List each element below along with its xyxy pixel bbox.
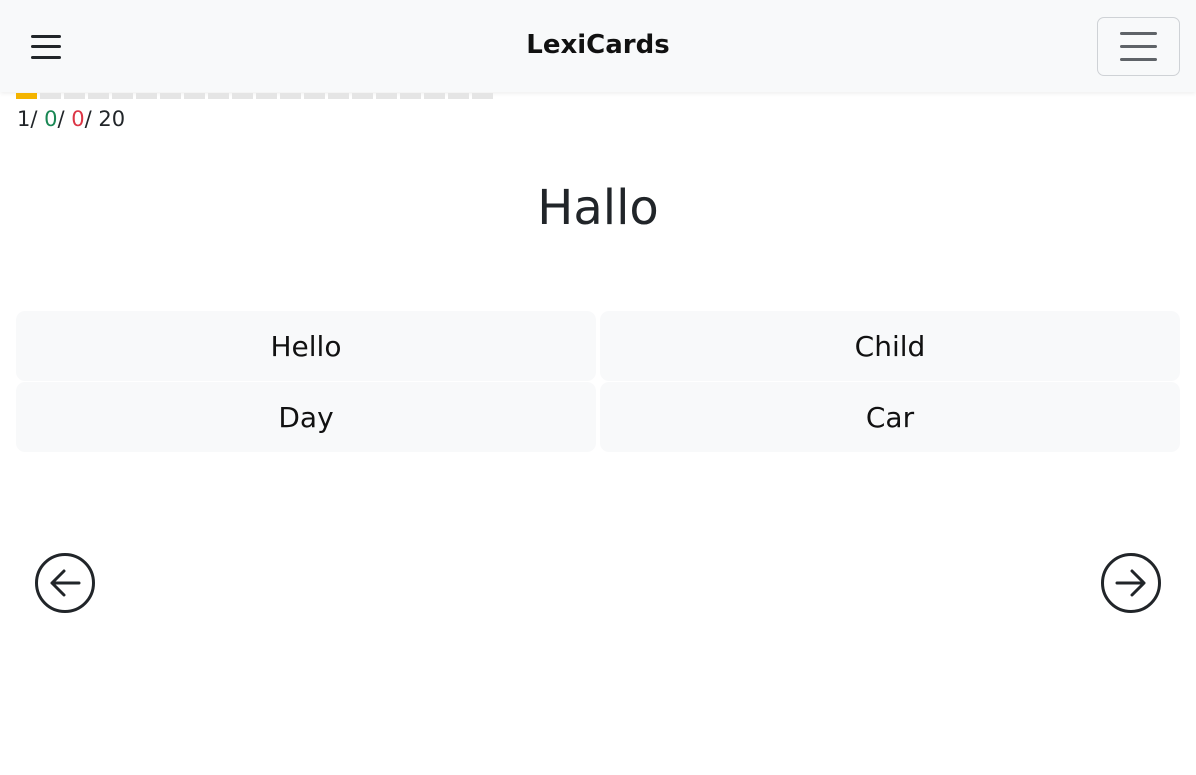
answer-option[interactable]: Car	[600, 382, 1180, 452]
next-button[interactable]	[1100, 552, 1162, 614]
toggler-line	[1120, 32, 1157, 35]
progress-segment	[352, 93, 373, 99]
score-counter: 1/ 0/ 0/ 20	[17, 107, 126, 131]
progress-segment	[88, 93, 109, 99]
toggler-line	[1120, 45, 1157, 48]
brand-title[interactable]: LexiCards	[0, 30, 1196, 60]
progress-segment	[400, 93, 421, 99]
counter-wrong: 0	[71, 107, 85, 131]
flashcard-word: Hallo	[537, 180, 659, 236]
progress-segment	[280, 93, 301, 99]
progress-segment	[208, 93, 229, 99]
answer-option[interactable]: Hello	[16, 311, 596, 381]
counter-total: 20	[98, 107, 126, 131]
answer-option[interactable]: Day	[16, 382, 596, 452]
toggler-line	[1120, 58, 1157, 61]
answer-options: Hello Child Day Car	[16, 311, 1180, 452]
progress-segment	[472, 93, 493, 99]
progress-segment	[328, 93, 349, 99]
progress-segment	[184, 93, 205, 99]
progress-segment	[424, 93, 445, 99]
answer-option[interactable]: Child	[600, 311, 1180, 381]
progress-segment	[112, 93, 133, 99]
navbar-toggler-button[interactable]	[1097, 17, 1180, 76]
progress-segment	[64, 93, 85, 99]
progress-segment	[40, 93, 61, 99]
progress-segment	[136, 93, 157, 99]
navbar: LexiCards	[0, 0, 1196, 92]
counter-current: 1	[17, 107, 31, 131]
progress-segment	[16, 93, 37, 99]
arrow-right-circle-icon	[1101, 553, 1161, 613]
counter-correct: 0	[44, 107, 58, 131]
previous-button[interactable]	[34, 552, 96, 614]
progress-segment	[160, 93, 181, 99]
progress-segment	[376, 93, 397, 99]
arrow-left-circle-icon	[35, 553, 95, 613]
progress-segment	[448, 93, 469, 99]
progress-segment	[256, 93, 277, 99]
progress-bar	[16, 93, 493, 99]
progress-segment	[304, 93, 325, 99]
progress-segment	[232, 93, 253, 99]
